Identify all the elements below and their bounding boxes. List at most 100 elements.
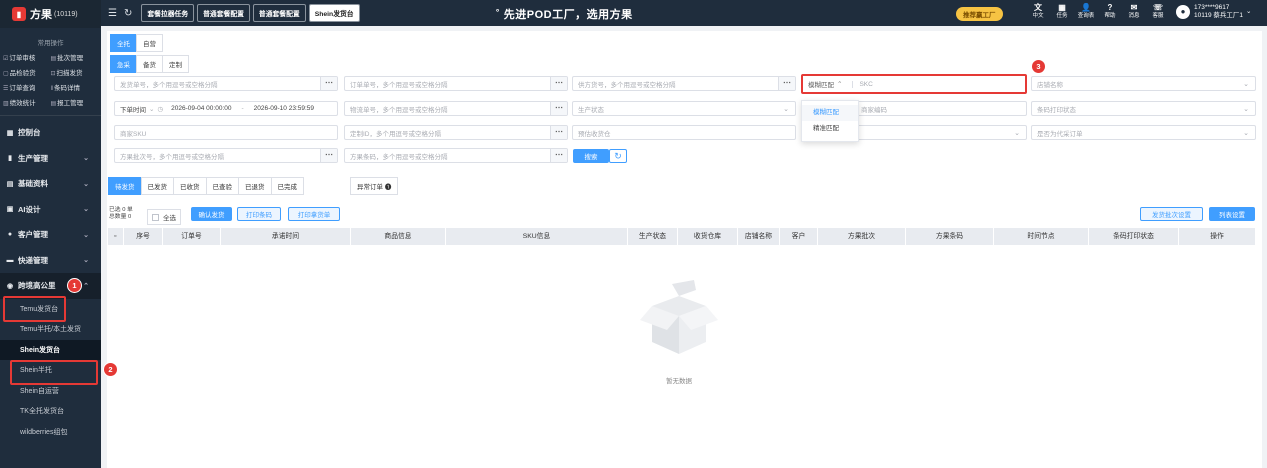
column-header: 操作 [1210, 233, 1224, 240]
tab-pending[interactable]: 待发货 [108, 177, 142, 195]
column-header: 时间节点 [994, 228, 1089, 245]
menu-ai-design[interactable]: ▣ AI设计 ⌄ [0, 197, 101, 223]
prod-status-select[interactable]: 生产状态 ⌄ [572, 101, 796, 116]
menu-crossborder[interactable]: ◉ 跨境高公里 ⌃ [0, 273, 101, 299]
tab-shipped[interactable]: 已发货 [140, 177, 174, 195]
tab-received[interactable]: 已收货 [173, 177, 207, 195]
logistics-no-input[interactable]: 物流单号，多个用逗号或空格分隔 ⋯ [344, 101, 568, 116]
batch-settings-button[interactable]: 发货批次设置 [1140, 207, 1203, 221]
quick-op-stats[interactable]: ▥绩效统计 [3, 97, 51, 107]
quick-op-report[interactable]: ▤报工管理 [51, 97, 99, 107]
custom-id-input[interactable]: 定制ID，多个用逗号或空格分隔 ⋯ [344, 125, 568, 140]
quick-ops: ☑订单审核 ▤批次管理 ▢品检验货 ⊡扫描发货 ☰订单查询 ‖条码详情 ▥绩效统… [0, 50, 101, 113]
date-range[interactable]: 下单时间 ⌄ ◷ 2026-09-04 00:00:00 - 2026-09-1… [114, 101, 338, 116]
submenu-wildberries[interactable]: wildberries组包 [0, 422, 101, 443]
selection-count: 已选 0 单总数量 0 [109, 207, 133, 221]
tab-completed[interactable]: 已完成 [270, 177, 304, 195]
option-fuzzy[interactable]: 模糊匹配 [802, 105, 858, 121]
tab-page[interactable]: 普通套餐配置 [197, 4, 250, 22]
blank-select[interactable]: ⌄ [855, 125, 1027, 140]
tab-full-custody[interactable]: 全托 [110, 34, 137, 52]
warehouse-select[interactable]: 预估收货仓 [572, 125, 796, 140]
empty-box-icon [640, 280, 718, 354]
skc-input[interactable]: SKC [852, 80, 873, 88]
tool-service[interactable]: ☏ 客服 [1146, 3, 1170, 21]
submenu-tk-ship[interactable]: TK全托发货台 [0, 401, 101, 422]
more-icon[interactable]: ⋯ [778, 77, 795, 90]
order-no-input[interactable]: 订单单号，多个用逗号或空格分隔 ⋯ [344, 76, 568, 91]
submenu-shein-ship[interactable]: Shein发货台 [0, 339, 101, 360]
print-barcode-button[interactable]: 打印条码 [237, 207, 281, 221]
tab-returned[interactable]: 已退货 [238, 177, 272, 195]
skc-search-field[interactable]: 模糊匹配 ⌃ SKC [801, 74, 1027, 94]
quick-op-query[interactable]: ☰订单查询 [3, 82, 51, 92]
more-icon[interactable]: ⋯ [550, 77, 567, 90]
select-all-checkbox[interactable]: 全选 [147, 209, 181, 225]
tool-message[interactable]: ✉ 消息 [1122, 3, 1146, 21]
option-exact[interactable]: 精准匹配 [802, 121, 858, 137]
promo-button[interactable]: 推荐赢工厂 [956, 7, 1003, 21]
quick-op-scan[interactable]: ⊡扫描发货 [51, 67, 99, 77]
abnormal-orders-button[interactable]: 异常订单 ❶ [350, 177, 399, 195]
shop-select[interactable]: 店铺名称 ⌄ [1031, 76, 1256, 91]
ai-icon: ▣ [6, 206, 14, 214]
supplier-no-input[interactable]: 供方货号，多个用逗号或空格分隔 ⋯ [572, 76, 796, 91]
help-icon: ? [1107, 3, 1113, 12]
chevron-down-icon: ⌄ [83, 257, 89, 265]
merchant-sku-input[interactable]: 商家SKU [114, 125, 338, 140]
header-checkbox[interactable]: ▫ [108, 228, 124, 245]
tool-help[interactable]: ? 帮助 [1098, 3, 1122, 21]
account-id: (10119) [54, 10, 78, 18]
more-icon[interactable]: ⋯ [320, 77, 337, 90]
menu-customer[interactable]: ● 客户管理 ⌄ [0, 222, 101, 248]
confirm-ship-button[interactable]: 确认发货 [191, 207, 232, 221]
logo-icon: ▮ [12, 7, 26, 21]
more-icon[interactable]: ⋯ [550, 149, 567, 162]
tab-stock[interactable]: 备货 [136, 55, 163, 73]
menu-basic-data[interactable]: ▤ 基础资料 ⌄ [0, 171, 101, 197]
clock-icon: ◷ [157, 105, 164, 113]
quick-op-review[interactable]: ☑订单审核 [3, 52, 51, 62]
more-icon[interactable]: ⋯ [320, 149, 337, 162]
menu-production[interactable]: ▮ 生产管理 ⌄ [0, 146, 101, 172]
ship-no-input[interactable]: 发货单号，多个用逗号或空格分隔 ⋯ [114, 76, 338, 91]
reset-icon[interactable]: ↻ [609, 149, 627, 163]
match-mode-dropdown: 模糊匹配 精准匹配 [801, 100, 859, 142]
menu-express[interactable]: ▬ 快递管理 ⌄ [0, 248, 101, 274]
tab-self-operated[interactable]: 自营 [136, 34, 163, 52]
tool-language[interactable]: 文中文 [1026, 3, 1050, 21]
tab-page[interactable]: 套餐拉器任务 [141, 4, 195, 22]
quick-op-inspect[interactable]: ▢品检验货 [3, 67, 51, 77]
query-icon: 👤 [1081, 3, 1091, 12]
quick-op-batch[interactable]: ▤批次管理 [51, 52, 99, 62]
column-settings-button[interactable]: 列表设置 [1209, 207, 1255, 221]
time-type-select[interactable]: 下单时间 [120, 104, 146, 114]
print-pick-button[interactable]: 打印拿货单 [288, 207, 340, 221]
tab-custom[interactable]: 定制 [162, 55, 189, 73]
tab-page-active[interactable]: Shein发货台 [308, 4, 360, 22]
user-menu[interactable]: ● 173****9617 10119 蔡兵工厂1 ⌄ [1176, 4, 1251, 20]
tab-urgent[interactable]: 急采 [110, 55, 137, 73]
empty-text: 暂无数据 [666, 378, 692, 385]
menu-toggle-icon[interactable]: ☰ [108, 8, 117, 19]
merchant-code-input[interactable]: 商家编码 [855, 101, 1027, 116]
stats-icon: ▥ [3, 101, 9, 107]
tab-inspected[interactable]: 已查验 [205, 177, 239, 195]
more-icon[interactable]: ⋯ [550, 126, 567, 139]
tab-page[interactable]: 普通套餐配置 [252, 4, 306, 22]
menu-dashboard[interactable]: ▦ 控制台 [0, 120, 101, 146]
more-icon[interactable]: ⋯ [550, 102, 567, 115]
column-header: 条码打印状态 [1089, 228, 1179, 245]
logo[interactable]: ▮ 方果 (10119) [0, 0, 101, 28]
submenu-temu-semi[interactable]: Temu半托/本土发货 [0, 319, 101, 340]
match-mode-select[interactable]: 模糊匹配 [808, 79, 834, 89]
quick-op-barcode[interactable]: ‖条码详情 [51, 82, 99, 92]
refresh-icon[interactable]: ↻ [124, 8, 132, 19]
barcode-status-select[interactable]: 条码打印状态 ⌄ [1031, 101, 1256, 116]
tool-task[interactable]: ▦ 任务 [1050, 3, 1074, 21]
search-button[interactable]: 搜索 [573, 149, 609, 163]
proxy-select[interactable]: 是否为代采订单 ⌄ [1031, 125, 1256, 140]
tool-query[interactable]: 👤 查询表 [1074, 3, 1098, 21]
batch-no-input[interactable]: 方果批次号，多个用逗号或空格分隔 ⋯ [114, 148, 338, 163]
fg-barcode-input[interactable]: 方果条码，多个用逗号或空格分隔 ⋯ [344, 148, 568, 163]
